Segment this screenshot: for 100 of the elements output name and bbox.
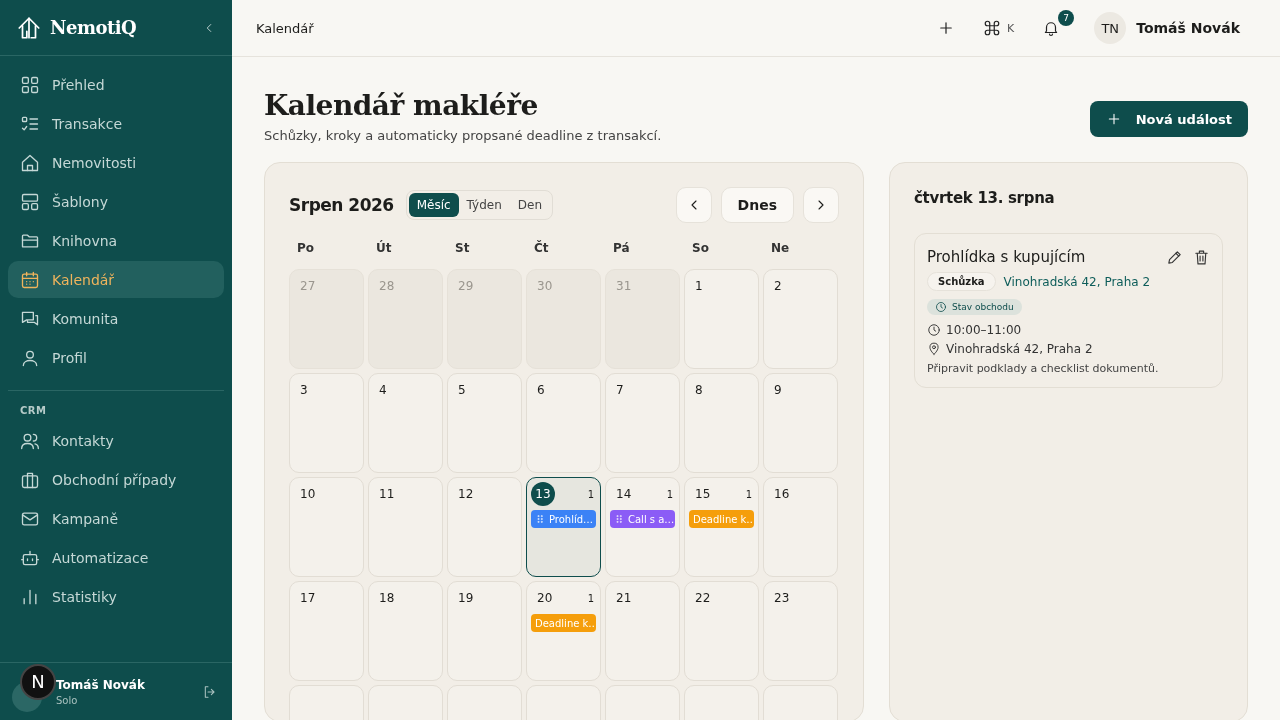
nav-item[interactable]: Statistiky xyxy=(8,578,224,615)
day-number: 4 xyxy=(379,383,387,397)
day-cell[interactable]: 5 xyxy=(447,373,522,473)
weekday-label: St xyxy=(454,241,471,257)
day-cell[interactable]: 15 1 Deadline k… xyxy=(684,477,759,577)
address-link[interactable]: Vinohradská 42, Praha 2 xyxy=(1003,274,1151,289)
day-number: 10 xyxy=(300,487,316,501)
day-number: 8 xyxy=(695,383,703,397)
event-chip[interactable]: Prohlíd… xyxy=(531,510,596,528)
day-number: 17 xyxy=(300,591,316,605)
map-pin-icon xyxy=(927,342,941,356)
trash-icon xyxy=(1193,248,1210,266)
user-name: Tomáš Novák xyxy=(56,677,146,692)
nav-item[interactable]: Nemovitosti xyxy=(8,144,224,181)
nav-item[interactable]: Šablony xyxy=(8,183,224,220)
event-count: 1 xyxy=(666,488,674,500)
calendar-icon xyxy=(20,269,40,290)
day-cell[interactable]: 20 1 Deadline k… xyxy=(526,581,601,681)
day-number: 13 xyxy=(531,482,555,506)
day-number: 29 xyxy=(458,279,474,293)
view-tab[interactable]: Den xyxy=(509,193,550,217)
day-cell[interactable]: 2 xyxy=(763,269,838,369)
day-number: 11 xyxy=(379,487,395,501)
user-name[interactable]: Tomáš Novák xyxy=(1136,20,1240,36)
nav-item[interactable]: Kampaně xyxy=(8,500,224,537)
next-button[interactable] xyxy=(803,187,839,223)
day-cell[interactable]: 8 xyxy=(684,373,759,473)
day-cell[interactable]: 22 xyxy=(684,581,759,681)
day-cell[interactable]: 9 xyxy=(763,373,838,473)
nav-item[interactable]: Komunita xyxy=(8,300,224,337)
section-label: CRM xyxy=(19,404,48,416)
day-number: 20 xyxy=(537,591,553,605)
nav-item[interactable]: Profil xyxy=(8,339,224,376)
weekday-label: Út xyxy=(375,241,393,257)
nav-item[interactable]: Kalendář xyxy=(8,261,224,298)
day-number: 14 xyxy=(616,487,632,501)
day-cell[interactable]: 21 xyxy=(605,581,680,681)
day-number: 1 xyxy=(695,279,703,293)
pencil-icon xyxy=(1166,248,1183,266)
day-number: 9 xyxy=(774,383,782,397)
event-time: 10:00–11:00 xyxy=(946,323,1022,337)
day-cell[interactable]: 19 xyxy=(447,581,522,681)
view-tab[interactable]: Měsíc xyxy=(408,193,459,217)
event-note: Připravit podklady a checklist dokumentů. xyxy=(927,362,1160,375)
day-cell[interactable]: 10 xyxy=(289,477,364,577)
day-number: 16 xyxy=(774,487,790,501)
drag-handle-icon xyxy=(614,514,624,524)
shortcut-key: K xyxy=(1007,21,1015,35)
event-type-tag: Schůzka xyxy=(927,272,996,291)
new-event-button[interactable]: Nová událost xyxy=(1089,101,1248,137)
day-cell[interactable]: 1 xyxy=(684,269,759,369)
day-cell[interactable]: 3 xyxy=(289,373,364,473)
edit-button[interactable] xyxy=(1166,248,1183,266)
day-cell[interactable]: 17 xyxy=(289,581,364,681)
nav-item[interactable]: Automatizace xyxy=(8,539,224,576)
day-number: 22 xyxy=(695,591,711,605)
nav-item[interactable]: Transakce xyxy=(8,105,224,142)
clock-icon xyxy=(935,301,947,313)
event-location: Vinohradská 42, Praha 2 xyxy=(946,342,1093,356)
view-tab[interactable]: Týden xyxy=(458,193,510,217)
page-title: Kalendář makléře xyxy=(264,89,539,122)
event-chip[interactable]: Call s a… xyxy=(610,510,675,528)
day-cell[interactable]: 7 xyxy=(605,373,680,473)
today-button[interactable]: Dnes xyxy=(720,187,794,223)
event-count: 1 xyxy=(587,488,595,500)
home-icon xyxy=(20,152,40,173)
previous-button[interactable] xyxy=(675,187,712,223)
day-cell[interactable]: 16 xyxy=(763,477,838,577)
weekday-label: Pá xyxy=(612,241,631,257)
status-label: Stav obchodu xyxy=(952,302,1014,312)
drag-handle-icon xyxy=(535,514,545,524)
weekday-label: So xyxy=(691,241,710,257)
nav-item[interactable]: Kontakty xyxy=(8,422,224,459)
notification-count: 7 xyxy=(1058,10,1075,26)
day-number: 31 xyxy=(616,279,632,293)
day-number: 15 xyxy=(695,487,711,501)
day-number: 28 xyxy=(379,279,395,293)
day-number: 2 xyxy=(774,279,782,293)
day-cell[interactable]: 4 xyxy=(368,373,443,473)
day-number: 6 xyxy=(537,383,545,397)
day-cell[interactable]: 23 xyxy=(763,581,838,681)
nav-item[interactable]: Obchodní případy xyxy=(8,461,224,498)
event-title: Prohlídka s kupujícím xyxy=(927,248,1087,266)
breadcrumb: Kalendář xyxy=(256,20,315,36)
day-number: 18 xyxy=(379,591,395,605)
day-cell[interactable]: 6 xyxy=(526,373,601,473)
day-cell[interactable]: 14 1 Call s a… xyxy=(605,477,680,577)
event-count: 1 xyxy=(745,488,753,500)
nav-item[interactable]: Knihovna xyxy=(8,222,224,259)
nav-item[interactable]: Přehled xyxy=(8,66,224,103)
command-button[interactable]: K xyxy=(979,12,1019,44)
delete-button[interactable] xyxy=(1193,248,1210,266)
day-cell[interactable]: 18 xyxy=(368,581,443,681)
day-cell[interactable]: 12 xyxy=(447,477,522,577)
day-number: 30 xyxy=(537,279,553,293)
clock-icon xyxy=(927,323,941,337)
day-cell[interactable]: 11 xyxy=(368,477,443,577)
day-number: 5 xyxy=(458,383,466,397)
day-cell[interactable]: 13 1 Prohlíd… xyxy=(526,477,601,577)
dev-badge[interactable]: N xyxy=(20,663,56,700)
